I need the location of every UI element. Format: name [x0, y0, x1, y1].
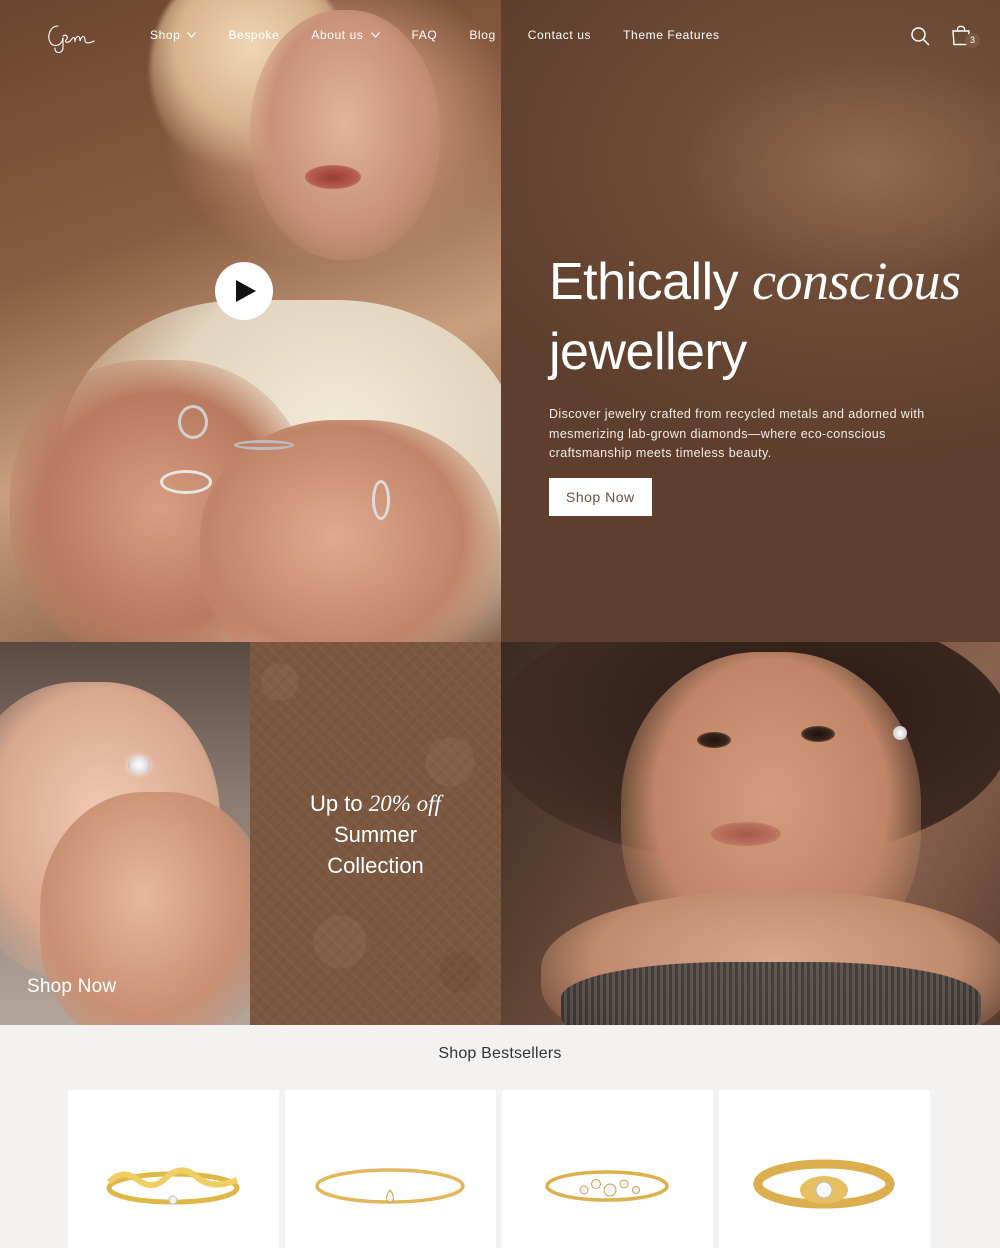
chevron-down-icon: [187, 32, 197, 38]
product-card[interactable]: [285, 1090, 496, 1248]
nav-theme-features[interactable]: Theme Features: [623, 28, 719, 42]
logo[interactable]: [44, 18, 100, 54]
cart-count-badge: 3: [965, 33, 980, 48]
hero-shop-now-button[interactable]: Shop Now: [549, 477, 652, 516]
hero-title: Ethically conscious jewellery: [549, 246, 969, 387]
search-button[interactable]: [910, 26, 930, 51]
signet-diamond-ring-image: [753, 1159, 895, 1209]
nav-faq[interactable]: FAQ: [412, 28, 438, 42]
offer-prefix: Up to: [310, 791, 369, 816]
nav-about-us-label: About us: [311, 28, 364, 42]
nav-contact-us-label: Contact us: [527, 28, 592, 42]
nav-contact-us[interactable]: Contact us: [528, 28, 591, 42]
search-icon: [911, 27, 930, 46]
nav-theme-features-label: Theme Features: [623, 28, 720, 42]
product-card[interactable]: [719, 1090, 930, 1248]
bestsellers-grid: [68, 1090, 930, 1248]
offer-line-summer: Summer: [333, 822, 418, 847]
wavy-gold-ring-image: [106, 1167, 240, 1205]
hero-description: Discover jewelry crafted from recycled m…: [549, 407, 925, 460]
gem-logo-icon: [48, 25, 95, 54]
tile-shop-now-link[interactable]: Shop Now: [27, 976, 116, 998]
promo-row: Shop Now Up to 20% off Summer Collection: [0, 642, 1000, 1025]
nav-blog[interactable]: Blog: [469, 28, 495, 42]
play-video-button[interactable]: [215, 262, 273, 320]
nav-bespoke-label: Bespoke: [228, 28, 280, 42]
hero-title-part1: Ethically: [549, 253, 753, 311]
summer-offer-tile[interactable]: Up to 20% off Summer Collection: [250, 642, 501, 1025]
nav-blog-label: Blog: [469, 28, 496, 42]
nav-bespoke[interactable]: Bespoke: [228, 28, 279, 42]
hero-title-emphasis: conscious: [752, 251, 961, 311]
offer-discount: 20% off: [368, 791, 441, 816]
diamond-ring-image: [128, 756, 150, 774]
product-card[interactable]: [68, 1090, 279, 1248]
hero-video-still: [0, 0, 501, 642]
chevron-down-icon: [370, 32, 380, 38]
nav-about-us[interactable]: About us: [311, 28, 380, 42]
cluster-diamond-ring-image: [545, 1170, 669, 1202]
hero-copy: Ethically conscious jewellery Discover j…: [549, 246, 969, 516]
nav-shop[interactable]: Shop: [150, 28, 197, 42]
offer-text: Up to 20% off Summer Collection: [250, 788, 501, 881]
hero-banner: Ethically conscious jewellery Discover j…: [0, 0, 1000, 642]
main-nav: Shop Bespoke About us FAQ Blog Contact u…: [150, 28, 752, 42]
offer-line-collection: Collection: [327, 853, 424, 878]
nav-shop-label: Shop: [150, 28, 181, 42]
bestsellers-heading: Shop Bestsellers: [438, 1045, 562, 1062]
engagement-ring-tile[interactable]: Shop Now: [0, 642, 250, 1025]
play-icon: [236, 280, 256, 302]
model-portrait-tile[interactable]: [501, 642, 1000, 1025]
stud-earring-image: [893, 726, 907, 740]
site-header: Shop Bespoke About us FAQ Blog Contact u…: [0, 0, 1000, 72]
hero-title-part2: jewellery: [549, 323, 747, 381]
nav-faq-label: FAQ: [411, 28, 438, 42]
product-card[interactable]: [502, 1090, 713, 1248]
pear-diamond-band-image: [315, 1168, 465, 1204]
